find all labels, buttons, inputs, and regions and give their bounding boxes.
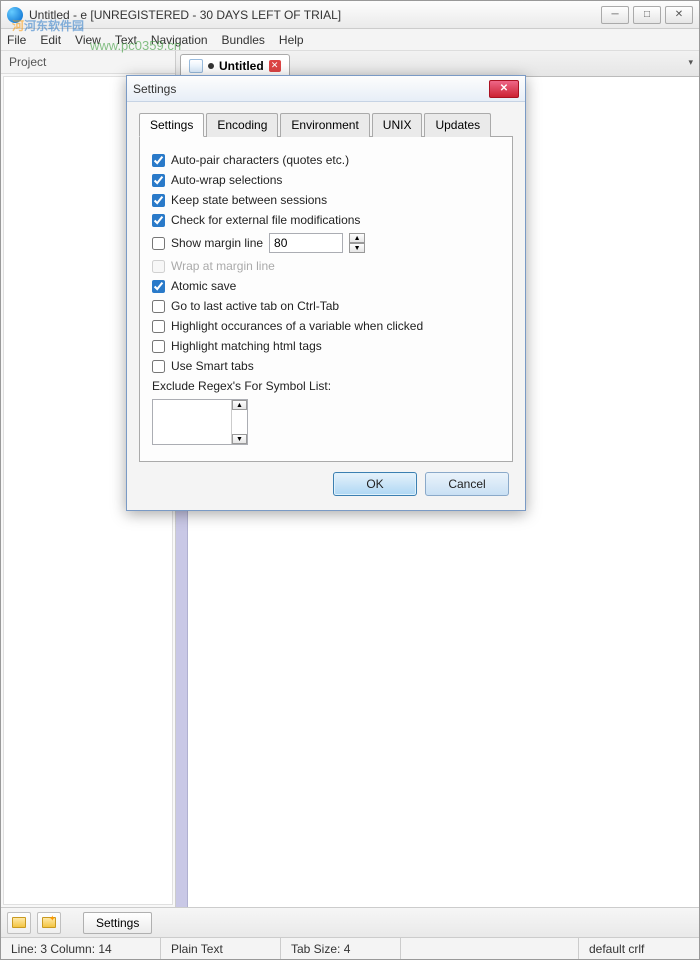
- exclude-regex-list[interactable]: ▲ ▼: [152, 399, 248, 445]
- menu-text[interactable]: Text: [115, 33, 137, 47]
- menu-help[interactable]: Help: [279, 33, 304, 47]
- status-position: Line: 3 Column: 14: [1, 938, 161, 959]
- status-tabsize[interactable]: Tab Size: 4: [281, 938, 401, 959]
- tab-encoding[interactable]: Encoding: [206, 113, 278, 137]
- exclude-scroll-down[interactable]: ▼: [232, 434, 247, 444]
- checkbox-show-margin[interactable]: [152, 237, 165, 250]
- dialog-title: Settings: [133, 82, 489, 96]
- label-show-margin: Show margin line: [171, 236, 263, 250]
- tab-close-icon[interactable]: ✕: [269, 60, 281, 72]
- label-atomic-save: Atomic save: [171, 279, 236, 293]
- dialog-titlebar[interactable]: Settings ✕: [127, 76, 525, 102]
- new-folder-button[interactable]: [37, 912, 61, 934]
- menu-bundles[interactable]: Bundles: [222, 33, 265, 47]
- status-syntax[interactable]: Plain Text: [161, 938, 281, 959]
- label-wrap-margin: Wrap at margin line: [171, 259, 275, 273]
- document-icon: [189, 59, 203, 73]
- menu-view[interactable]: View: [75, 33, 101, 47]
- exclude-scroll-up[interactable]: ▲: [232, 400, 247, 410]
- checkbox-highlight-html[interactable]: [152, 340, 165, 353]
- tab-strip: Untitled ✕ ▾: [176, 51, 699, 77]
- menu-file[interactable]: File: [7, 33, 26, 47]
- menu-navigation[interactable]: Navigation: [151, 33, 208, 47]
- close-button[interactable]: ✕: [665, 6, 693, 24]
- checkbox-check-external[interactable]: [152, 214, 165, 227]
- checkbox-keep-state[interactable]: [152, 194, 165, 207]
- folder-new-icon: [42, 917, 56, 928]
- status-encoding[interactable]: default crlf: [579, 938, 699, 959]
- document-tab[interactable]: Untitled ✕: [180, 54, 290, 76]
- checkbox-auto-wrap[interactable]: [152, 174, 165, 187]
- label-highlight-html: Highlight matching html tags: [171, 339, 322, 353]
- label-smart-tabs: Use Smart tabs: [171, 359, 254, 373]
- settings-dialog: Settings ✕ Settings Encoding Environment…: [126, 75, 526, 511]
- label-exclude-regex: Exclude Regex's For Symbol List:: [152, 379, 331, 393]
- tab-environment[interactable]: Environment: [280, 113, 369, 137]
- folder-icon: [12, 917, 26, 928]
- dialog-content: Auto-pair characters (quotes etc.) Auto-…: [139, 137, 513, 462]
- bottom-toolbar: Settings: [1, 907, 699, 937]
- menubar: File Edit View Text Navigation Bundles H…: [1, 29, 699, 51]
- titlebar: Untitled - e [UNREGISTERED - 30 DAYS LEF…: [1, 1, 699, 29]
- dialog-buttons: OK Cancel: [139, 462, 513, 498]
- minimize-button[interactable]: ─: [601, 6, 629, 24]
- dialog-close-button[interactable]: ✕: [489, 80, 519, 98]
- open-folder-button[interactable]: [7, 912, 31, 934]
- document-tab-title: Untitled: [219, 59, 264, 73]
- tab-updates[interactable]: Updates: [424, 113, 491, 137]
- menu-edit[interactable]: Edit: [40, 33, 61, 47]
- checkbox-auto-pair[interactable]: [152, 154, 165, 167]
- app-icon: [7, 7, 23, 23]
- statusbar: Line: 3 Column: 14 Plain Text Tab Size: …: [1, 937, 699, 959]
- label-keep-state: Keep state between sessions: [171, 193, 327, 207]
- maximize-button[interactable]: □: [633, 6, 661, 24]
- label-auto-wrap: Auto-wrap selections: [171, 173, 282, 187]
- ok-button[interactable]: OK: [333, 472, 417, 496]
- label-check-external: Check for external file modifications: [171, 213, 360, 227]
- dialog-body: Settings Encoding Environment UNIX Updat…: [127, 102, 525, 510]
- tab-settings[interactable]: Settings: [139, 113, 204, 137]
- sidebar-header: Project: [1, 51, 175, 74]
- label-last-tab: Go to last active tab on Ctrl-Tab: [171, 299, 339, 313]
- tab-list-dropdown-icon[interactable]: ▾: [688, 57, 693, 68]
- margin-spin-up[interactable]: ▲: [349, 233, 365, 243]
- checkbox-wrap-margin: [152, 260, 165, 273]
- margin-value-input[interactable]: [269, 233, 343, 253]
- checkbox-atomic-save[interactable]: [152, 280, 165, 293]
- status-spacer: [401, 938, 579, 959]
- margin-spin-down[interactable]: ▼: [349, 243, 365, 253]
- cancel-button[interactable]: Cancel: [425, 472, 509, 496]
- checkbox-smart-tabs[interactable]: [152, 360, 165, 373]
- settings-button[interactable]: Settings: [83, 912, 152, 934]
- margin-spinner: ▲ ▼: [349, 233, 365, 253]
- label-highlight-var: Highlight occurances of a variable when …: [171, 319, 423, 333]
- tab-unix[interactable]: UNIX: [372, 113, 423, 137]
- dialog-tabs: Settings Encoding Environment UNIX Updat…: [139, 112, 513, 137]
- window-title: Untitled - e [UNREGISTERED - 30 DAYS LEF…: [29, 8, 601, 22]
- checkbox-highlight-var[interactable]: [152, 320, 165, 333]
- label-auto-pair: Auto-pair characters (quotes etc.): [171, 153, 349, 167]
- checkbox-last-tab[interactable]: [152, 300, 165, 313]
- dirty-indicator-icon: [208, 63, 214, 69]
